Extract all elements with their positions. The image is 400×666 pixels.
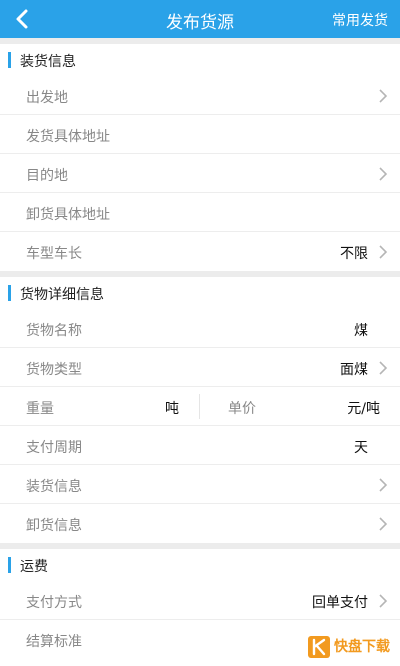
section-title: 装货信息 [20,54,76,70]
top-bar: 发布货源 常用发货 [0,0,400,38]
chevron-right-icon [379,594,388,608]
shipping-address-label: 发货具体地址 [26,129,110,145]
pay-cycle-label: 支付周期 [26,440,82,456]
unit-price-field[interactable]: 单价 元/吨 [200,387,400,426]
weight-price-row: 重量 吨 单价 元/吨 [0,387,400,426]
section-header-freight: 运费 [0,549,400,581]
section-title: 货物详细信息 [20,287,104,303]
vehicle-type-label: 车型车长 [26,246,82,262]
chevron-right-icon [379,517,388,531]
unload-info-label: 卸货信息 [26,518,82,534]
chevron-right-icon [379,361,388,375]
unload-info-row[interactable]: 卸货信息 [0,504,400,543]
origin-label: 出发地 [26,90,68,106]
unloading-address-label: 卸货具体地址 [26,207,110,223]
destination-label: 目的地 [26,168,68,184]
section-accent-bar [8,285,11,301]
section-accent-bar [8,557,11,573]
cargo-type-value: 面煤 [340,362,368,378]
chevron-right-icon [379,167,388,181]
unit-price-label: 单价 [228,401,256,417]
pay-cycle-row[interactable]: 支付周期 天 [0,426,400,465]
section-title: 运费 [20,559,48,575]
section-accent-bar [8,52,11,68]
unit-price-unit: 元/吨 [347,401,380,417]
watermark-logo: 快盘下载 [308,634,394,660]
weight-field[interactable]: 重量 吨 [0,387,199,426]
chevron-right-icon [379,245,388,259]
pay-cycle-unit: 天 [354,440,368,456]
pay-method-label: 支付方式 [26,595,82,611]
vehicle-type-value: 不限 [340,246,368,262]
settlement-label: 结算标准 [26,634,82,650]
load-info-row[interactable]: 装货信息 [0,465,400,504]
section-header-loading: 装货信息 [0,44,400,76]
section-header-cargo: 货物详细信息 [0,277,400,309]
unloading-address-row[interactable]: 卸货具体地址 [0,193,400,232]
weight-unit: 吨 [165,401,179,417]
origin-row[interactable]: 出发地 [0,76,400,115]
cargo-type-label: 货物类型 [26,362,82,378]
shipping-address-row[interactable]: 发货具体地址 [0,115,400,154]
cargo-name-value: 煤 [354,323,368,339]
chevron-right-icon [379,478,388,492]
frequent-shipment-button[interactable]: 常用发货 [332,10,388,30]
pay-method-row[interactable]: 支付方式 回单支付 [0,581,400,620]
chevron-right-icon [379,89,388,103]
cargo-name-row[interactable]: 货物名称 煤 [0,309,400,348]
destination-row[interactable]: 目的地 [0,154,400,193]
load-info-label: 装货信息 [26,479,82,495]
watermark-text: 快盘下载 [334,639,390,655]
vehicle-type-row[interactable]: 车型车长 不限 [0,232,400,271]
weight-label: 重量 [26,401,54,417]
cargo-type-row[interactable]: 货物类型 面煤 [0,348,400,387]
pay-method-value: 回单支付 [312,595,368,611]
cargo-name-label: 货物名称 [26,323,82,339]
